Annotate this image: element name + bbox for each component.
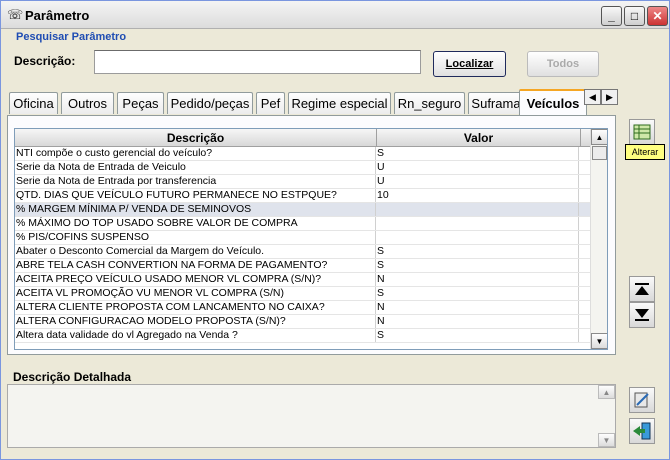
right-toolbar [621,113,669,453]
cell-value [376,217,579,230]
cell-value: S [376,147,579,160]
report-icon[interactable] [629,387,655,413]
cell-value: S [376,259,579,272]
cell-value: U [376,161,579,174]
first-record-icon[interactable] [629,276,655,302]
all-button-label: Todos [546,58,580,70]
tab-pecas[interactable]: Peças [117,92,164,114]
cell-description: ALTERA CLIENTE PROPOSTA COM LANCAMENTO N… [15,301,376,314]
tab-outros[interactable]: Outros [61,92,114,114]
cell-description: ABRE TELA CASH CONVERTION NA FORMA DE PA… [15,259,376,272]
tab-suframa[interactable]: Suframa [468,92,524,114]
cell-value [376,231,579,244]
cell-value: N [376,315,579,328]
scroll-up-icon[interactable]: ▲ [591,129,607,145]
detail-scroll-down-icon[interactable]: ▼ [598,433,615,447]
search-heading: Pesquisar Parâmetro [16,31,127,43]
table-row[interactable]: ALTERA CONFIGURACAO MODELO PROPOSTA (S/N… [15,315,591,329]
grid-vertical-scrollbar[interactable]: ▲ ▼ [590,129,607,349]
phone-icon: ☏ [7,7,24,22]
scroll-down-icon[interactable]: ▼ [591,333,607,349]
cell-description: Serie da Nota de Entrada de Veiculo [15,161,376,174]
cell-description: ACEITA VL PROMOÇÃO VU MENOR VL COMPRA (S… [15,287,376,300]
table-row-selected[interactable]: % MARGEM MÍNIMA P/ VENDA DE SEMINOVOS [15,203,591,217]
cell-value: N [376,273,579,286]
tab-scroll-arrows: ◀ ▶ [584,89,618,105]
cell-value: S [376,245,579,258]
window-title: Parâmetro [25,8,90,23]
cell-description: % MÁXIMO DO TOP USADO SOBRE VALOR DE COM… [15,217,376,230]
cell-value: N [376,301,579,314]
tab-oficina[interactable]: Oficina [9,92,58,114]
tab-regime-especial[interactable]: Regime especial [288,92,391,114]
cell-description: Altera data validade do vl Agregado na V… [15,329,376,342]
tab-pedido-pecas[interactable]: Pedido/peças [167,92,253,114]
locate-button-label: Localizar [445,58,494,70]
exit-icon[interactable] [629,418,655,444]
cell-value: 10 [376,189,579,202]
cell-value: S [376,329,579,342]
table-row[interactable]: Serie da Nota de Entrada de Veiculo U [15,161,591,175]
tab-strip: Oficina Outros Peças Pedido/peças Pef Re… [9,89,619,115]
minimize-button[interactable]: _ [601,6,622,26]
title-bar: ☏ Parâmetro _ □ ✕ [1,1,669,29]
maximize-button[interactable]: □ [624,6,645,26]
table-row[interactable]: Altera data validade do vl Agregado na V… [15,329,591,343]
cell-description: Abater o Desconto Comercial da Margem do… [15,245,376,258]
detail-label: Descrição Detalhada [13,370,132,384]
detail-textarea[interactable]: ▲ ▼ [7,384,616,448]
cell-value [376,203,579,216]
detail-scroll-up-icon[interactable]: ▲ [598,385,615,399]
tab-right-arrow-icon[interactable]: ▶ [601,89,618,105]
last-record-icon[interactable] [629,302,655,328]
search-panel: Pesquisar Parâmetro Descrição: [6,30,616,86]
table-row[interactable]: Abater o Desconto Comercial da Margem do… [15,245,591,259]
detail-scrollbar[interactable]: ▲ ▼ [598,385,615,447]
cell-description: % PIS/COFINS SUSPENSO [15,231,376,244]
tab-rn-seguro[interactable]: Rn_seguro [394,92,465,114]
tab-panel-veiculos: Descrição Valor NTI compõe o custo geren… [7,115,616,355]
description-label: Descrição: [14,54,76,68]
cell-description: Serie da Nota de Entrada por transferenc… [15,175,376,188]
tab-left-arrow-icon[interactable]: ◀ [584,89,601,105]
cell-description: % MARGEM MÍNIMA P/ VENDA DE SEMINOVOS [15,203,376,216]
table-row[interactable]: ACEITA VL PROMOÇÃO VU MENOR VL COMPRA (S… [15,287,591,301]
grid-edit-icon[interactable] [629,119,655,145]
table-row[interactable]: ACEITA PREÇO VEÍCULO USADO MENOR VL COMP… [15,273,591,287]
table-row[interactable]: ABRE TELA CASH CONVERTION NA FORMA DE PA… [15,259,591,273]
cell-description: QTD. DIAS QUE VEÍCULO FUTURO PERMANECE N… [15,189,376,202]
tab-veiculos[interactable]: Veículos [519,89,587,115]
all-button[interactable]: Todos [527,51,599,77]
table-row[interactable]: Serie da Nota de Entrada por transferenc… [15,175,591,189]
cell-value: U [376,175,579,188]
locate-button[interactable]: Localizar [433,51,506,77]
table-row[interactable]: % MÁXIMO DO TOP USADO SOBRE VALOR DE COM… [15,217,591,231]
grid-header: Descrição Valor [15,129,591,147]
cell-value: S [376,287,579,300]
table-row[interactable]: % PIS/COFINS SUSPENSO [15,231,591,245]
table-row[interactable]: QTD. DIAS QUE VEÍCULO FUTURO PERMANECE N… [15,189,591,203]
cell-description: NTI compõe o custo gerencial do veículo? [15,147,376,160]
table-row[interactable]: ALTERA CLIENTE PROPOSTA COM LANCAMENTO N… [15,301,591,315]
tab-pef[interactable]: Pef [256,92,285,114]
grid-rows: NTI compõe o custo gerencial do veículo?… [15,147,591,343]
scroll-thumb[interactable] [592,146,607,160]
parameter-window: ☏ Parâmetro _ □ ✕ Pesquisar Parâmetro De… [0,0,670,460]
table-row[interactable]: NTI compõe o custo gerencial do veículo?… [15,147,591,161]
description-input[interactable] [94,50,421,74]
column-header-value[interactable]: Valor [377,129,581,147]
column-header-description[interactable]: Descrição [15,129,377,147]
parameters-grid: Descrição Valor NTI compõe o custo geren… [14,128,608,350]
close-button[interactable]: ✕ [647,6,668,26]
alterar-tooltip: Alterar [625,144,665,160]
cell-description: ACEITA PREÇO VEÍCULO USADO MENOR VL COMP… [15,273,376,286]
cell-description: ALTERA CONFIGURACAO MODELO PROPOSTA (S/N… [15,315,376,328]
